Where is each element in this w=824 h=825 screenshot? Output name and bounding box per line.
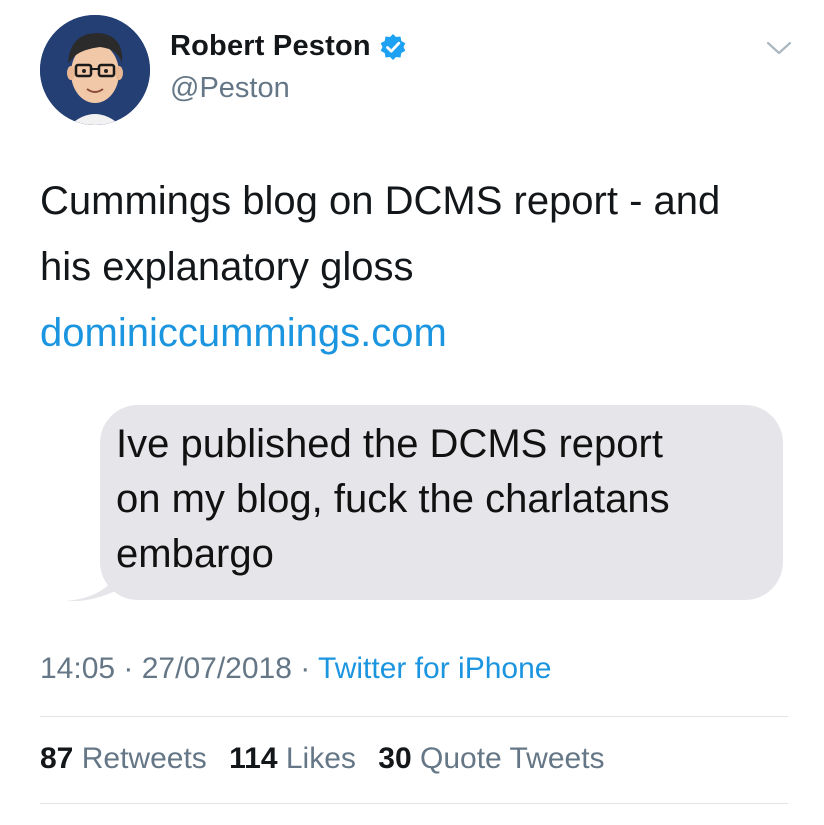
message-line: on my blog, fuck the charlatans — [116, 477, 670, 521]
tweet-meta: 14:05 · 27/07/2018 · Twitter for iPhone — [40, 652, 551, 686]
tweet-text-line: Cummings blog on DCMS report - and — [40, 179, 721, 223]
user-handle[interactable]: @Peston — [170, 72, 290, 105]
author-name-row[interactable]: Robert Peston — [170, 30, 407, 63]
meta-separator: · — [115, 652, 142, 685]
tweet-time[interactable]: 14:05 — [40, 652, 115, 685]
quote-tweets-label: Quote Tweets — [419, 742, 605, 775]
tweet-date[interactable]: 27/07/2018 — [142, 652, 292, 685]
tweet-link[interactable]: dominiccummings.com — [40, 300, 800, 366]
verified-badge-icon — [379, 33, 407, 61]
retweets-stat[interactable]: 87 Retweets — [40, 742, 207, 775]
likes-label: Likes — [285, 742, 356, 775]
tweet-stats: 87 Retweets 114 Likes 30 Quote Tweets — [40, 742, 619, 776]
message-bubble-text: Ive published the DCMS report on my blog… — [116, 417, 766, 582]
likes-stat[interactable]: 114 Likes — [229, 742, 356, 775]
avatar[interactable] — [40, 15, 150, 125]
chevron-down-icon[interactable] — [764, 36, 794, 60]
avatar-illustration — [40, 15, 150, 125]
retweets-count: 87 — [40, 742, 74, 775]
divider — [40, 803, 788, 804]
tweet-text-line: his explanatory gloss — [40, 245, 414, 289]
retweets-label: Retweets — [81, 742, 207, 775]
tweet-source-link[interactable]: Twitter for iPhone — [318, 652, 551, 685]
quote-tweets-count: 30 — [378, 742, 412, 775]
likes-count: 114 — [229, 742, 278, 775]
attached-image-message-bubble[interactable]: Ive published the DCMS report on my blog… — [60, 405, 785, 605]
message-line: Ive published the DCMS report — [116, 422, 663, 466]
divider — [40, 716, 788, 717]
quote-tweets-stat[interactable]: 30 Quote Tweets — [378, 742, 604, 775]
tweet-text: Cummings blog on DCMS report - and his e… — [40, 168, 800, 366]
message-line: embargo — [116, 532, 274, 576]
display-name[interactable]: Robert Peston — [170, 30, 371, 63]
meta-separator: · — [291, 652, 319, 685]
